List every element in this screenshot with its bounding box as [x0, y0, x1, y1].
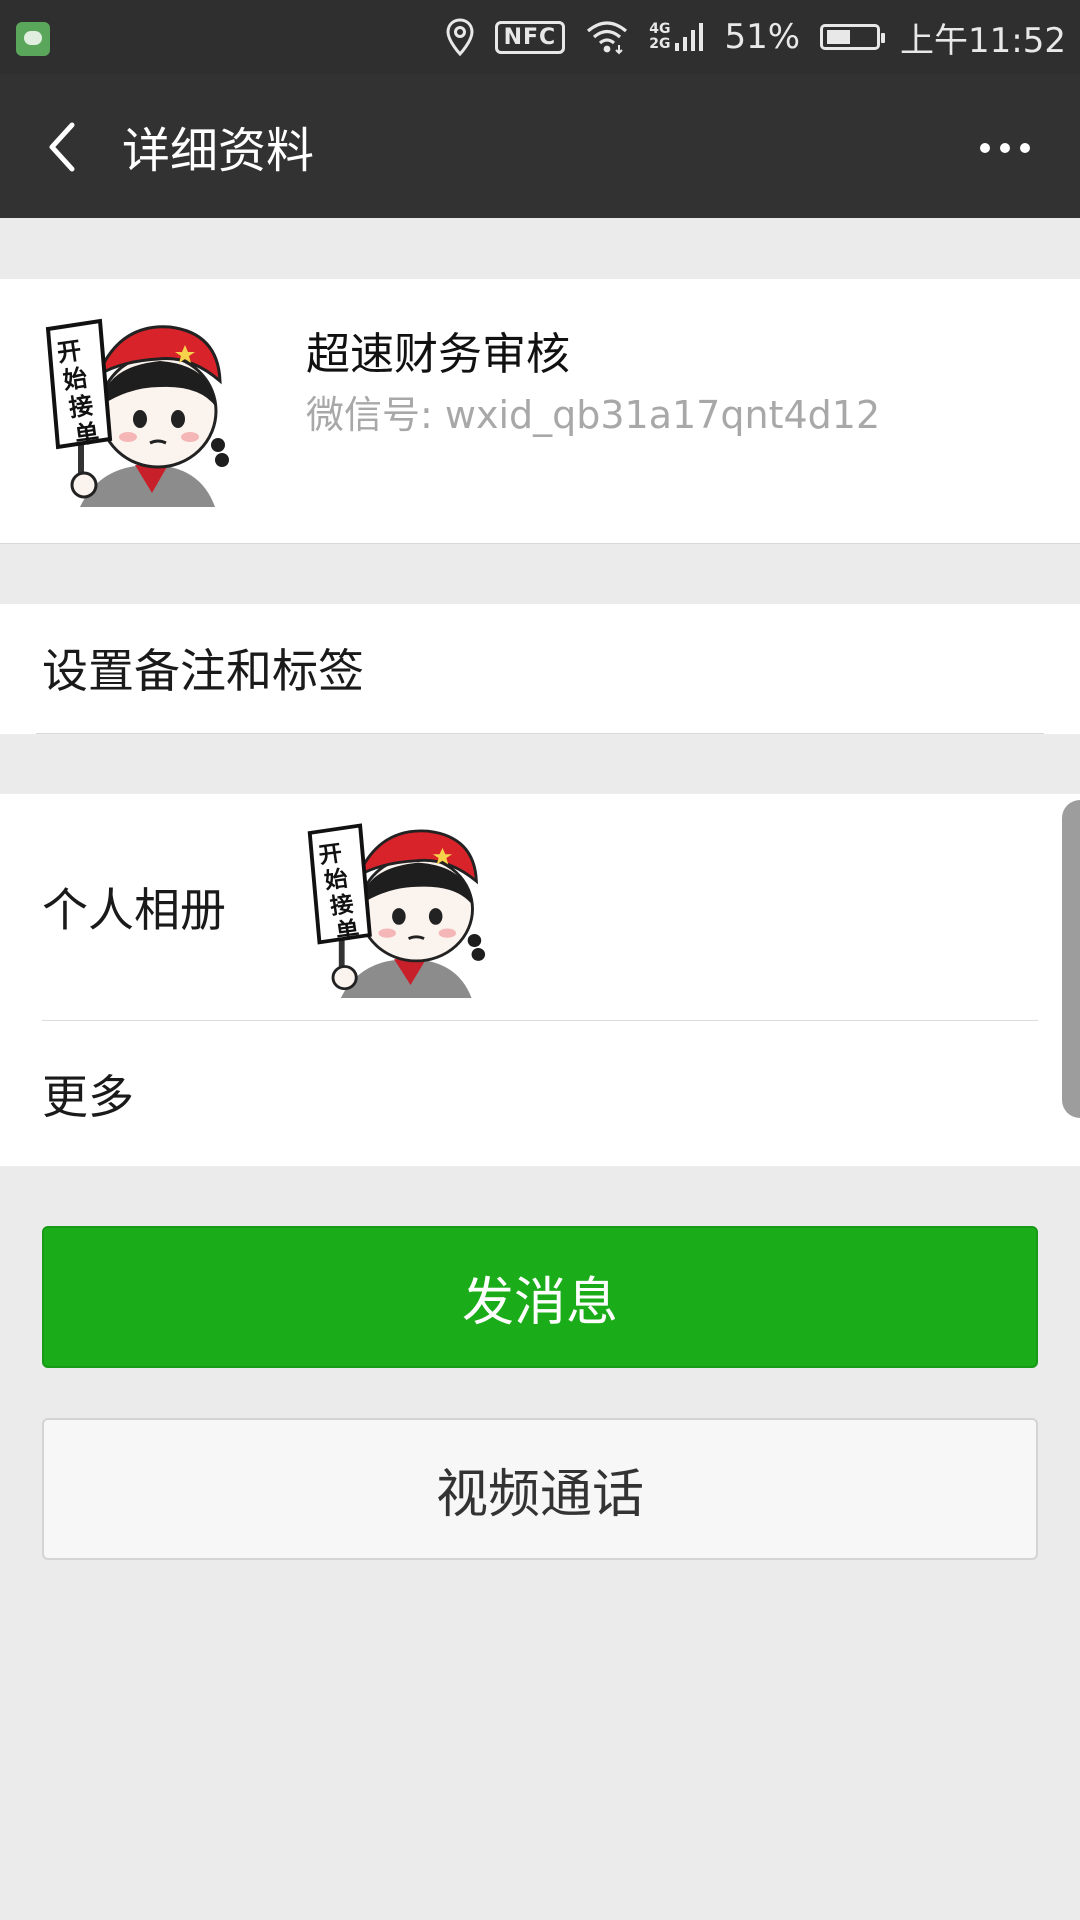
network-2g-label: 2G [649, 36, 671, 52]
video-call-button[interactable]: 视频通话 [42, 1418, 1038, 1560]
status-time: 上午11:52 [900, 20, 1066, 61]
network-4g-label: 4G [649, 21, 671, 37]
location-icon [445, 18, 475, 56]
album-section: 个人相册 开始接单 更多 [0, 794, 1080, 1166]
personal-album-label: 个人相册 [42, 883, 226, 937]
more-horizontal-icon [980, 143, 990, 153]
wechat-id: 微信号: wxid_qb31a17qnt4d12 [306, 393, 881, 437]
nfc-icon: NFC [494, 20, 566, 54]
more-label: 更多 [42, 1069, 134, 1124]
battery-fill [827, 30, 851, 44]
battery-percent: 51% [724, 17, 801, 57]
status-bar: NFC 4G 2G 51% 上午11:52 [0, 0, 1080, 74]
nav-bar: 详细资料 [0, 74, 1080, 218]
profile-name: 超速财务审核 [306, 329, 570, 380]
status-icons: NFC 4G 2G 51% 上午11:52 [445, 0, 1066, 74]
battery-icon [820, 24, 886, 50]
more-horizontal-icon [1020, 143, 1030, 153]
avatar[interactable]: 开始接单 [40, 315, 232, 507]
chevron-left-icon [49, 122, 75, 172]
page-title: 详细资料 [122, 123, 315, 179]
divider [36, 733, 1044, 734]
cellular-signal-icon: 4G 2G [649, 21, 704, 53]
remark-and-tags-row[interactable]: 设置备注和标签 [0, 604, 1080, 734]
scroll-handle[interactable] [1062, 800, 1080, 1118]
personal-album-row[interactable]: 个人相册 开始接单 [0, 794, 1080, 1020]
more-row[interactable]: 更多 [0, 1021, 1080, 1166]
more-options-button[interactable] [970, 126, 1040, 170]
back-button[interactable] [32, 112, 92, 182]
app-notification-icon [16, 22, 50, 56]
remark-and-tags-label: 设置备注和标签 [42, 644, 364, 698]
album-thumbnail[interactable]: 开始接单 [302, 820, 488, 998]
send-message-button[interactable]: 发消息 [42, 1226, 1038, 1368]
more-horizontal-icon [1000, 143, 1010, 153]
wifi-icon [585, 19, 629, 55]
